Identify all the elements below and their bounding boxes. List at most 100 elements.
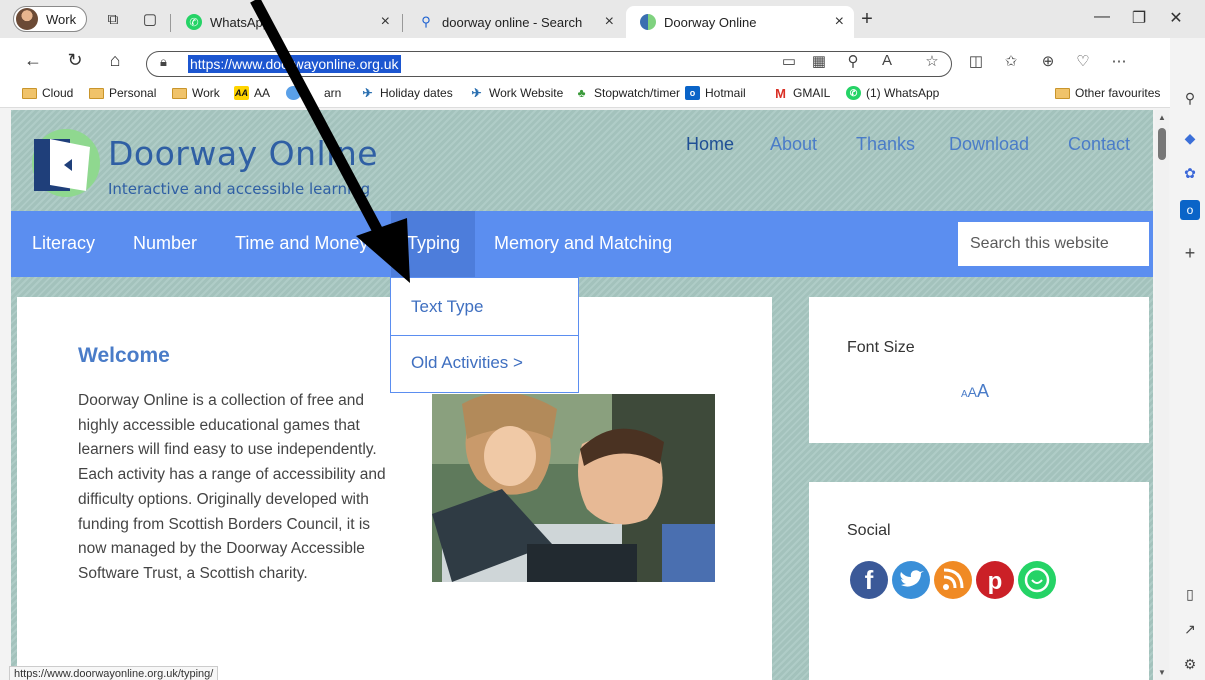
favorite-star-icon[interactable]: ☆ xyxy=(921,52,943,70)
bookmark-holiday-dates[interactable]: ✈ Holiday dates xyxy=(360,86,452,100)
menu-literacy[interactable]: Literacy xyxy=(32,233,95,254)
shopping-tag-icon[interactable]: ◆ xyxy=(1180,128,1200,148)
more-options-icon[interactable]: ⋯ xyxy=(1108,52,1130,70)
bookmark-gmail[interactable]: M GMAIL xyxy=(773,85,830,101)
font-size-control: AAA xyxy=(961,381,989,402)
pinterest-icon[interactable]: p xyxy=(976,561,1014,599)
tab-whatsapp[interactable]: ✆ WhatsApp × xyxy=(172,6,400,38)
doorway-logo-icon[interactable] xyxy=(28,125,103,200)
scroll-up-arrow-icon[interactable]: ▲ xyxy=(1156,113,1168,122)
welcome-line: highly accessible educational games that xyxy=(78,416,360,434)
bookmark-work[interactable]: Work xyxy=(172,86,220,100)
bookmark-label: Hotmail xyxy=(705,86,746,100)
microsoft-365-icon[interactable]: ✿ xyxy=(1180,163,1200,183)
lock-icon[interactable]: 🔒︎ xyxy=(160,54,167,70)
nav-home-link[interactable]: Home xyxy=(686,134,734,155)
new-tab-button[interactable]: + xyxy=(857,8,877,30)
nav-contact-link[interactable]: Contact xyxy=(1068,134,1130,155)
bookmark-aa[interactable]: AA AA xyxy=(234,86,270,100)
minimize-button[interactable]: — xyxy=(1087,8,1117,26)
menu-memory-and-matching[interactable]: Memory and Matching xyxy=(494,233,672,254)
browser-essentials-icon[interactable]: ♡ xyxy=(1072,52,1094,70)
other-favourites[interactable]: Other favourites xyxy=(1055,86,1160,100)
font-size-label: Font Size xyxy=(847,339,915,356)
menu-typing[interactable]: Typing xyxy=(407,233,460,254)
url-text[interactable]: https://www.doorwayonline.org.uk xyxy=(188,55,401,73)
search-icon[interactable]: ⚲ xyxy=(1180,88,1200,108)
settings-gear-icon[interactable]: ⚙ xyxy=(1180,654,1200,674)
add-app-icon[interactable]: + xyxy=(1180,243,1200,263)
back-arrow-icon[interactable]: ← xyxy=(22,50,44,71)
site-title[interactable]: Doorway Online xyxy=(108,134,378,173)
bookmark-label: AA xyxy=(254,86,271,100)
bookmark-whatsapp[interactable]: ✆ (1) WhatsApp xyxy=(846,86,939,100)
bird-icon: ✈ xyxy=(471,86,482,100)
page-scrollbar[interactable] xyxy=(1155,110,1169,680)
folder-icon xyxy=(89,87,104,99)
collections-icon[interactable]: ⊕ xyxy=(1037,52,1059,70)
close-tab-icon[interactable]: × xyxy=(605,13,614,31)
dropdown-item-old-activities[interactable]: Old Activities > xyxy=(411,353,523,373)
close-tab-icon[interactable]: × xyxy=(835,13,844,31)
bookmark-personal[interactable]: Personal xyxy=(89,86,156,100)
search-icon: ⚲ xyxy=(421,14,431,29)
qr-code-icon[interactable]: ▦ xyxy=(808,52,830,70)
nav-thanks-link[interactable]: Thanks xyxy=(856,134,915,155)
site-search-input[interactable] xyxy=(958,222,1149,266)
blue-circle-icon xyxy=(286,86,301,100)
welcome-heading: Welcome xyxy=(78,344,170,367)
zoom-out-icon[interactable]: ⚲ xyxy=(842,52,864,70)
read-aloud-icon[interactable]: A xyxy=(876,52,898,69)
tab-doorway-online[interactable]: Doorway Online × xyxy=(626,6,854,38)
welcome-line: now managed by the Doorway Accessible xyxy=(78,540,365,558)
profile-button[interactable]: Work xyxy=(13,6,87,32)
welcome-line: funding from Scottish Borders Council, i… xyxy=(78,515,371,533)
site-tagline: Interactive and accessible learning xyxy=(108,180,371,198)
scrollbar-thumb[interactable] xyxy=(1158,128,1166,160)
dropdown-item-text-type[interactable]: Text Type xyxy=(411,297,483,317)
bookmark-cloud[interactable]: Cloud xyxy=(22,86,73,100)
sidebar-toggle-icon[interactable]: ▯ xyxy=(1180,584,1200,604)
external-link-icon[interactable]: ↗ xyxy=(1180,619,1200,639)
favorites-icon[interactable]: ✩ xyxy=(1000,52,1022,70)
font-size-small-button[interactable]: A xyxy=(961,389,968,400)
bookmark-label: (1) WhatsApp xyxy=(866,86,940,100)
welcome-line: Each activity has a range of accessibili… xyxy=(78,466,386,484)
home-icon[interactable]: ⌂ xyxy=(104,50,126,71)
menu-number[interactable]: Number xyxy=(133,233,197,254)
restore-button[interactable]: ❐ xyxy=(1124,8,1154,28)
tab-separator xyxy=(402,14,403,32)
nav-about-link[interactable]: About xyxy=(770,134,817,155)
svg-text:f: f xyxy=(865,565,874,595)
whatsapp-icon[interactable] xyxy=(1018,561,1056,599)
tab-actions-icon[interactable]: ▢ xyxy=(140,9,160,29)
nav-download-link[interactable]: Download xyxy=(949,134,1029,155)
folder-icon xyxy=(22,87,37,99)
menu-time-and-money[interactable]: Time and Money xyxy=(235,233,368,254)
app-available-icon[interactable]: ▭ xyxy=(778,52,800,70)
outlook-icon[interactable]: o xyxy=(1180,200,1200,220)
close-tab-icon[interactable]: × xyxy=(381,13,390,31)
font-size-medium-button[interactable]: A xyxy=(968,384,977,400)
facebook-icon[interactable]: f xyxy=(850,561,888,599)
scroll-down-arrow-icon[interactable]: ▼ xyxy=(1156,668,1168,677)
bookmark-work-website[interactable]: ✈ Work Website xyxy=(469,86,563,100)
tab-bar: Work ⧉ ▢ ✆ WhatsApp × ⚲ doorway online -… xyxy=(0,0,1205,38)
split-screen-icon[interactable]: ◫ xyxy=(965,52,987,70)
bookmark-learn[interactable]: arn xyxy=(286,86,341,100)
font-size-large-button[interactable]: A xyxy=(977,381,989,401)
dropdown-divider xyxy=(391,335,578,336)
typing-dropdown-menu: Text Type Old Activities > xyxy=(390,277,579,393)
bookmark-hotmail[interactable]: o Hotmail xyxy=(685,86,746,100)
refresh-icon[interactable]: ↻ xyxy=(64,50,86,71)
tab-search[interactable]: ⚲ doorway online - Search × xyxy=(404,6,624,38)
twitter-icon[interactable] xyxy=(892,561,930,599)
favorites-bar: Cloud Personal Work AA AA arn ✈ Holiday da… xyxy=(0,80,1205,108)
workspaces-icon[interactable]: ⧉ xyxy=(103,9,123,29)
social-icons: f p xyxy=(850,561,1056,599)
svg-text:p: p xyxy=(988,568,1003,595)
close-window-button[interactable]: ✕ xyxy=(1161,8,1191,28)
gmail-icon: M xyxy=(775,85,786,101)
rss-icon[interactable] xyxy=(934,561,972,599)
bookmark-stopwatch[interactable]: ♣ Stopwatch/timer xyxy=(574,86,680,100)
